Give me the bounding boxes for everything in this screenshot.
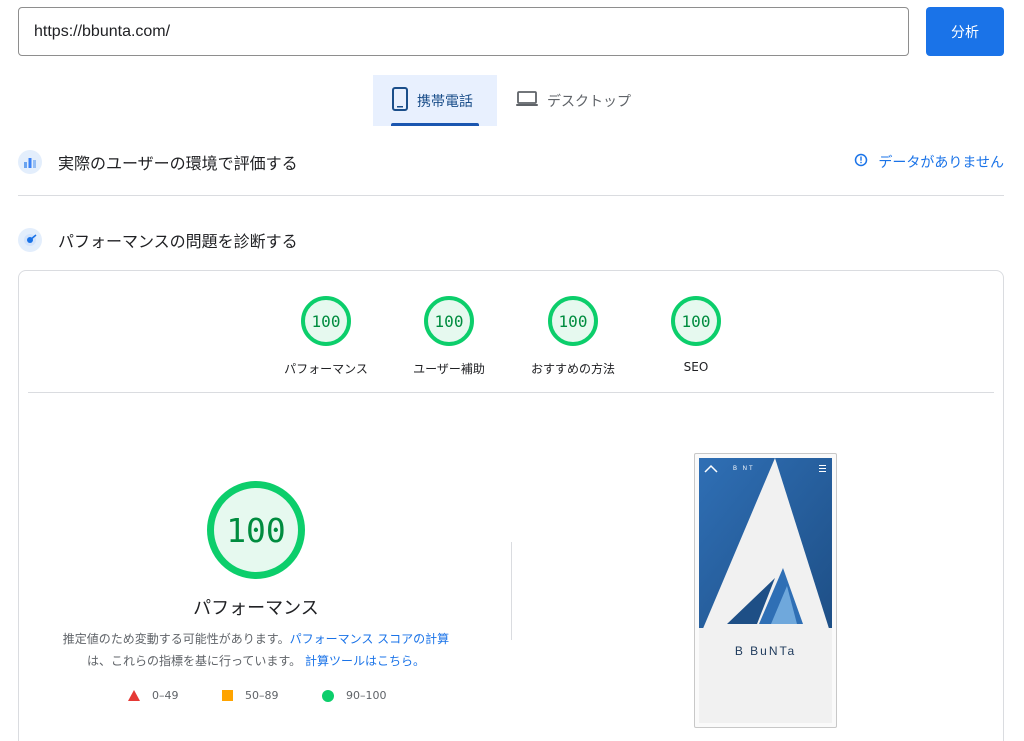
tab-mobile[interactable]: 携帯電話 <box>373 75 497 126</box>
gauge-label: パフォーマンス <box>284 362 368 376</box>
tab-desktop[interactable]: デスクトップ <box>497 75 649 126</box>
legend-range: 90–100 <box>346 689 387 702</box>
no-data-text: データがありません <box>878 155 1004 171</box>
score-ring: 100 <box>548 296 598 346</box>
gauge-label: SEO <box>683 360 709 374</box>
score-ring: 100 <box>424 296 474 346</box>
section-divider <box>18 195 1004 196</box>
performance-title: パフォーマンス <box>193 598 319 619</box>
calculator-link[interactable]: 計算ツールはこちら。 <box>305 654 425 668</box>
vertical-divider <box>511 542 512 640</box>
laptop-icon <box>515 90 539 112</box>
url-input[interactable] <box>18 7 909 56</box>
gauge-performance[interactable]: 100 パフォーマンス <box>266 296 386 377</box>
users-chart-icon <box>18 150 42 174</box>
field-data-title: 実際のユーザーの環境で評価する <box>58 154 298 173</box>
gauges-divider <box>28 392 994 393</box>
triangle-icon <box>128 690 140 701</box>
no-data-notice[interactable]: データがありません <box>854 152 1004 172</box>
legend-average: 50–89 <box>222 689 279 702</box>
legend-fail: 0–49 <box>128 689 179 702</box>
square-icon <box>222 690 233 701</box>
score-ring: 100 <box>671 296 721 346</box>
circle-icon <box>322 689 334 702</box>
desc-text: は、これらの指標を基に行っています。 <box>86 654 302 668</box>
preview-topbar-text: B NT <box>733 466 755 472</box>
tab-mobile-label: 携帯電話 <box>417 93 473 110</box>
desc-text: 推定値のため変動する可能性があります。 <box>62 632 290 646</box>
preview-graphic <box>699 458 832 723</box>
gauge-accessibility[interactable]: 100 ユーザー補助 <box>389 296 509 377</box>
analyze-button[interactable]: 分析 <box>926 7 1004 56</box>
legend-range: 50–89 <box>245 689 279 702</box>
smartphone-icon <box>391 86 409 115</box>
score-ring: 100 <box>301 296 351 346</box>
legend-pass: 90–100 <box>322 689 387 702</box>
gauge-seo[interactable]: 100 SEO <box>636 296 756 374</box>
performance-description: 推定値のため変動する可能性があります。パフォーマンス スコアの計算 は、これらの… <box>46 628 466 672</box>
tab-desktop-label: デスクトップ <box>547 93 631 110</box>
page-screenshot-preview: B NT B BuNTa <box>694 453 837 728</box>
tab-active-indicator <box>391 123 479 126</box>
score-calc-link[interactable]: パフォーマンス スコアの計算 <box>290 632 450 646</box>
lab-data-header: パフォーマンスの問題を診断する <box>18 228 298 252</box>
gauge-label: おすすめの方法 <box>530 362 615 376</box>
lighthouse-icon <box>18 228 42 252</box>
info-icon <box>854 153 868 171</box>
performance-score-ring: 100 <box>207 481 305 579</box>
lab-data-title: パフォーマンスの問題を診断する <box>58 232 298 251</box>
preview-image: B NT B BuNTa <box>699 458 832 723</box>
field-data-header: 実際のユーザーの環境で評価する <box>18 150 298 174</box>
preview-brand-text: B BuNTa <box>734 644 797 658</box>
gauge-label: ユーザー補助 <box>413 362 485 376</box>
gauge-best-practices[interactable]: 100 おすすめの方法 <box>513 296 633 377</box>
legend-range: 0–49 <box>152 689 179 702</box>
